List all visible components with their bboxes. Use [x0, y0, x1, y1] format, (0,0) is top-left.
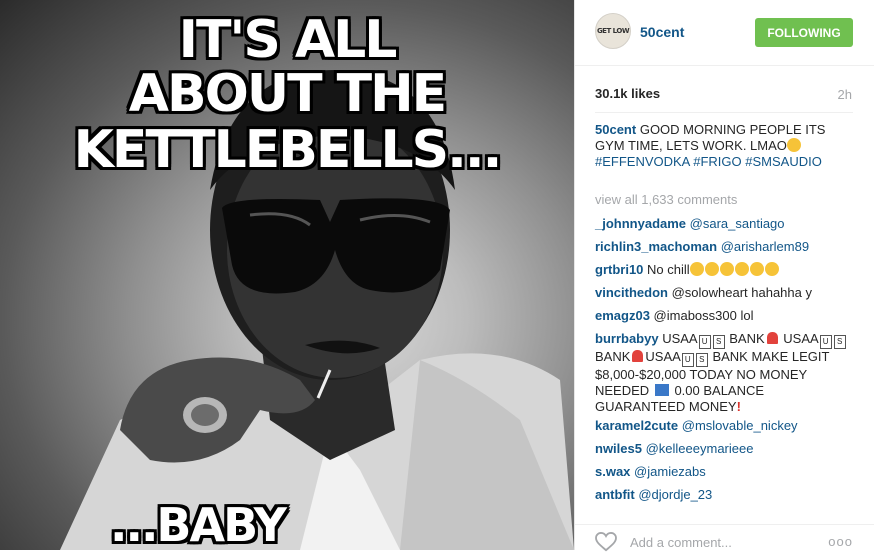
comment-username[interactable]: s.wax	[595, 464, 630, 479]
comment-username[interactable]: vincithedon	[595, 285, 668, 300]
comment-item: antbfit @djordje_23	[595, 487, 857, 503]
comment-username[interactable]: emagz03	[595, 308, 650, 323]
comment-item: nwiles5 @kelleeeymarieee	[595, 441, 857, 457]
post-footer: Add a comment... ooo	[575, 524, 874, 552]
comment-text: USAA	[662, 331, 698, 346]
post-details-panel: GET LOW 50cent FOLLOWING 30.1k likes 2h …	[574, 0, 874, 552]
username-link[interactable]: 50cent	[640, 24, 684, 40]
laughing-emoji-icon	[764, 262, 779, 276]
comment-text: USAA	[645, 349, 681, 364]
comment-item: s.wax @jamiezabs	[595, 464, 857, 480]
s-box-icon: S	[833, 335, 846, 349]
comment-item: grtbri10 No chill	[595, 262, 857, 278]
u-box-icon: U	[698, 335, 711, 349]
comment-username[interactable]: burrbabyy	[595, 331, 659, 346]
post-photo[interactable]: IT'S ALL ABOUT THE KETTLEBELLS... ...BAB…	[0, 0, 574, 550]
comment-username[interactable]: karamel2cute	[595, 418, 678, 433]
comment-text: BANK	[729, 331, 765, 346]
following-button[interactable]: FOLLOWING	[755, 18, 853, 47]
siren-icon	[632, 350, 644, 362]
comment-text[interactable]: @sara_santiago	[690, 216, 785, 231]
view-all-comments-link[interactable]: view all 1,633 comments	[595, 192, 737, 207]
comment-item: richlin3_machoman @arisharlem89	[595, 239, 857, 255]
atm-icon	[654, 384, 669, 396]
s-box-icon: S	[712, 335, 725, 349]
comment-item: karamel2cute @mslovable_nickey	[595, 418, 857, 434]
caption-username[interactable]: 50cent	[595, 122, 636, 137]
comment-username[interactable]: nwiles5	[595, 441, 642, 456]
laughing-emoji-icon	[734, 262, 749, 276]
comment-username[interactable]: richlin3_machoman	[595, 239, 717, 254]
grin-emoji-icon	[786, 138, 801, 152]
comment-username[interactable]: grtbri10	[595, 262, 643, 277]
laughing-emoji-icon	[719, 262, 734, 276]
comment-text: No chill	[647, 262, 690, 277]
comment-username[interactable]: _johnnyadame	[595, 216, 686, 231]
caption-hashtags[interactable]: #EFFENVODKA #FRIGO #SMSAUDIO	[595, 154, 822, 169]
comment-item: emagz03 @imaboss300 lol	[595, 308, 857, 324]
add-comment-input[interactable]: Add a comment...	[630, 535, 732, 550]
comment-text[interactable]: @djordje_23	[638, 487, 712, 502]
comment-text: @solowheart hahahha y	[671, 285, 812, 300]
meme-text-top: IT'S ALL	[178, 10, 398, 70]
comment-text[interactable]: @kelleeeymarieee	[646, 441, 754, 456]
comment-item: burrbabyy USAA U S BANK USAA U S BANK USAA U S …	[595, 331, 857, 415]
comment-text[interactable]: @arisharlem89	[721, 239, 809, 254]
more-options-icon[interactable]: ooo	[828, 534, 853, 549]
meme-text-middle: ABOUT THE KETTLEBELLS...	[73, 64, 503, 180]
comment-text: @imaboss300 lol	[653, 308, 754, 323]
post-header: GET LOW 50cent FOLLOWING	[575, 0, 874, 66]
comment-username[interactable]: antbfit	[595, 487, 635, 502]
u-box-icon: U	[681, 353, 694, 367]
s-box-icon: S	[695, 353, 708, 367]
laughing-emoji-icon	[704, 262, 719, 276]
siren-icon	[766, 332, 778, 344]
comment-text: USAA	[783, 331, 819, 346]
comment-item: _johnnyadame @sara_santiago	[595, 216, 857, 232]
exclamation-icon: !	[736, 399, 741, 414]
comment-item: vincithedon @solowheart hahahha y	[595, 285, 857, 301]
likes-count[interactable]: 30.1k likes	[595, 86, 660, 101]
heart-icon[interactable]	[595, 532, 617, 552]
laughing-emoji-icon	[749, 262, 764, 276]
avatar[interactable]: GET LOW	[595, 13, 631, 49]
post-time[interactable]: 2h	[838, 87, 852, 102]
divider	[595, 112, 853, 113]
comment-text[interactable]: @jamiezabs	[634, 464, 706, 479]
meme-text-bottom: ...BABY	[110, 498, 287, 550]
laughing-emoji-icon	[689, 262, 704, 276]
post-caption: 50cent GOOD MORNING PEOPLE ITS GYM TIME,…	[595, 122, 853, 170]
comment-text[interactable]: @mslovable_nickey	[682, 418, 798, 433]
u-box-icon: U	[819, 335, 832, 349]
comment-text: BANK	[595, 349, 631, 364]
